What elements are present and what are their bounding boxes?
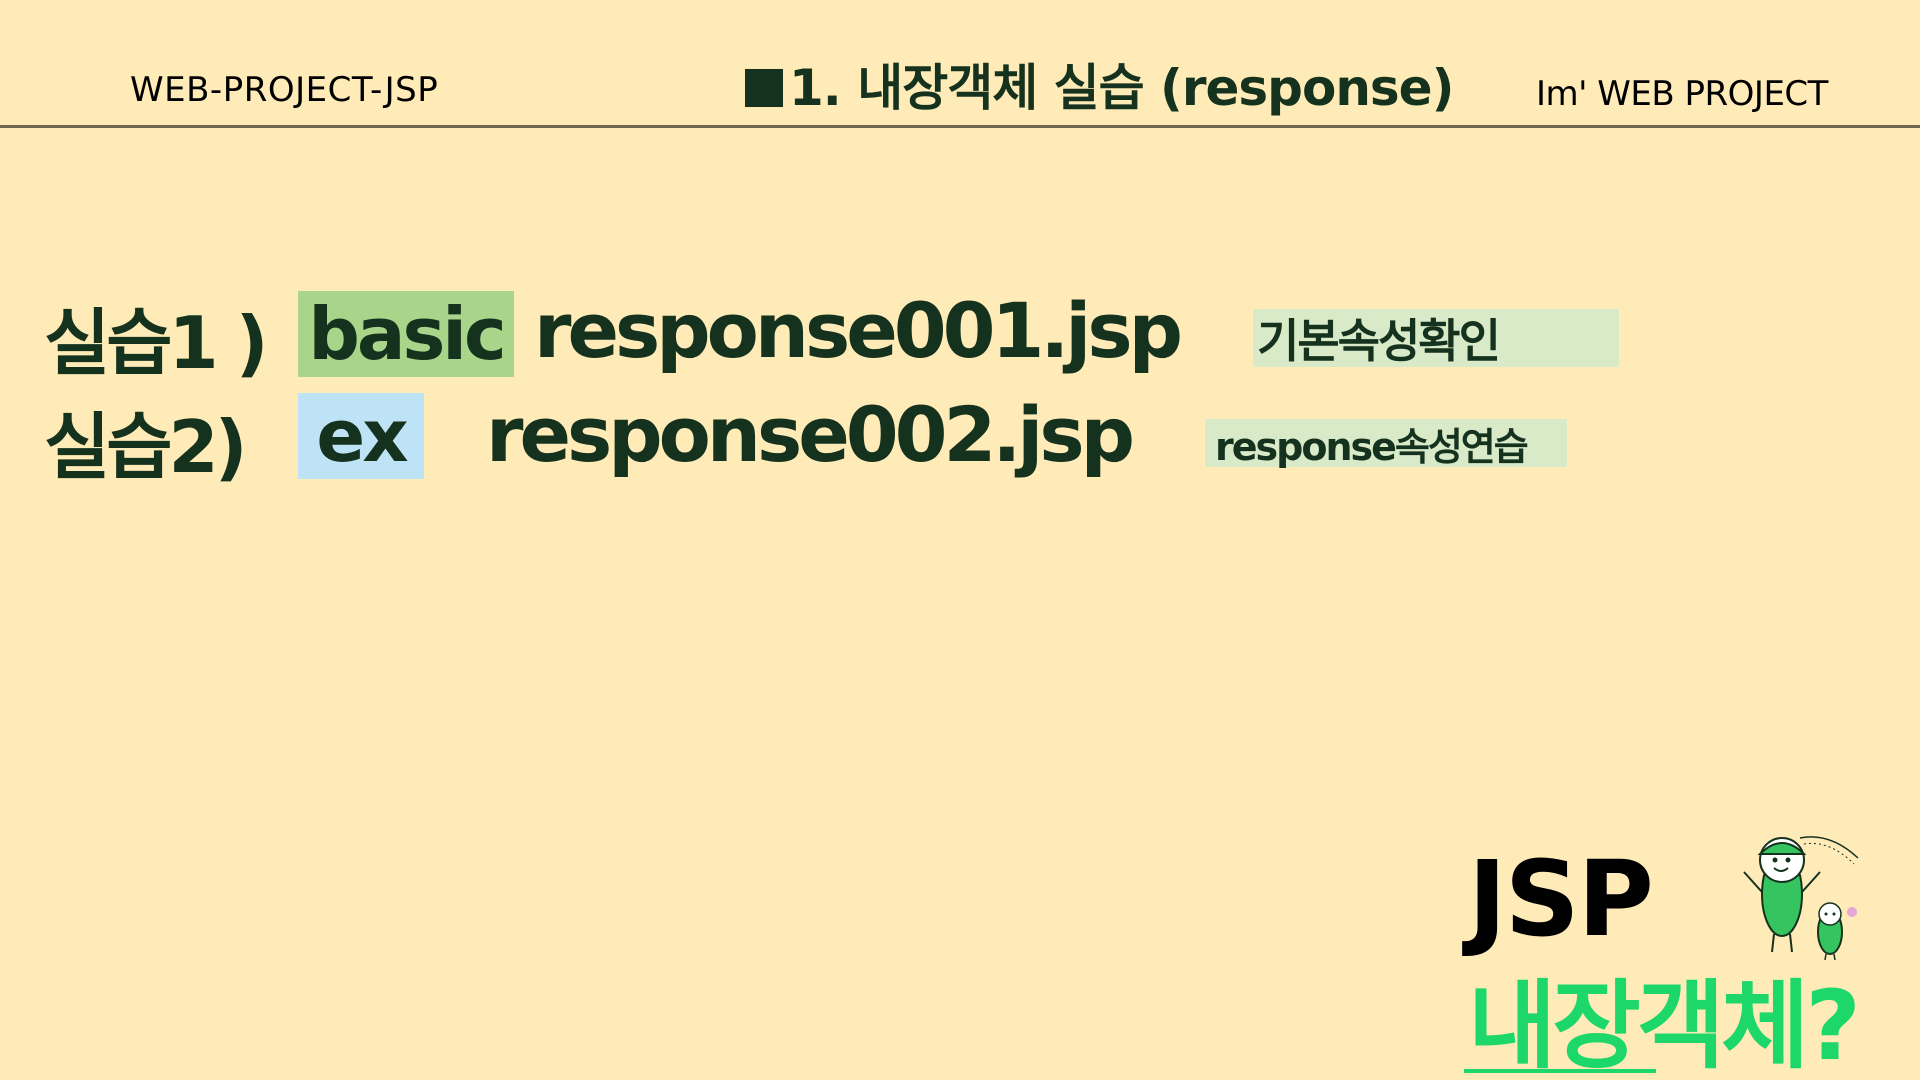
heading-underline (1464, 1069, 1656, 1073)
slide: WEB-PROJECT-JSP 1. 내장객체 실습 (response) Im… (0, 0, 1920, 1080)
header-divider (0, 125, 1920, 128)
header-brand: Im' WEB PROJECT (1536, 74, 1828, 114)
bean-mascot-icon (1743, 836, 1859, 961)
exercise-2-tag: ex (298, 393, 424, 479)
exercise-2-note: response속성연습 (1205, 419, 1567, 469)
exercise-1-note: 기본속성확인 (1253, 309, 1619, 368)
builtin-objects-heading: 내장객체? (1468, 970, 1861, 1080)
exercise-2-filename: response002.jsp (486, 390, 1135, 479)
header-project-name: WEB-PROJECT-JSP (130, 70, 439, 110)
filled-square-icon (745, 69, 783, 107)
exercise-1-tag: basic (298, 291, 514, 377)
jsp-heading: JSP (1468, 838, 1654, 960)
exercise-2-label: 실습2) (44, 405, 247, 489)
exercise-1-label: 실습1 ) (44, 301, 269, 385)
slide-title-text: 1. 내장객체 실습 (response) (789, 59, 1454, 117)
exercise-1-filename: response001.jsp (534, 286, 1183, 375)
slide-title: 1. 내장객체 실습 (response) (745, 48, 1454, 120)
